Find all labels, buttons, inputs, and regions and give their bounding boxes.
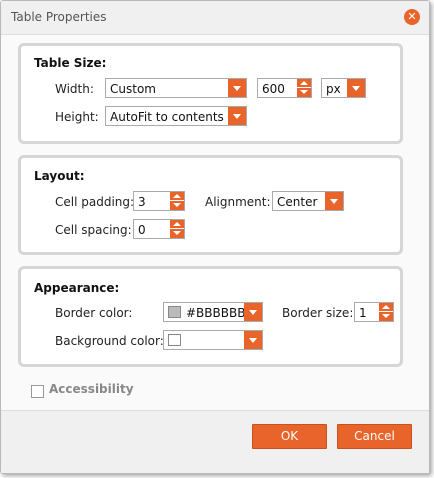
alignment-select[interactable]: Center bbox=[272, 191, 344, 211]
close-icon[interactable]: ✕ bbox=[404, 9, 420, 25]
width-mode-select[interactable]: Custom bbox=[105, 78, 247, 98]
width-unit-select[interactable]: px bbox=[321, 78, 366, 98]
table-size-title: Table Size: bbox=[34, 56, 107, 70]
layout-section: Layout: Cell padding: 3 Alignment: Cente… bbox=[18, 155, 403, 255]
spin-down-icon[interactable] bbox=[379, 312, 393, 321]
background-color-swatch bbox=[168, 334, 181, 346]
border-size-label: Border size: bbox=[282, 306, 354, 320]
chevron-down-icon[interactable] bbox=[244, 331, 262, 349]
accessibility-label[interactable]: Accessibility bbox=[49, 382, 134, 396]
spin-down-icon[interactable] bbox=[170, 201, 184, 210]
appearance-title: Appearance: bbox=[34, 281, 120, 295]
cell-padding-value: 3 bbox=[138, 195, 146, 209]
width-unit-value: px bbox=[326, 82, 341, 96]
cell-spacing-value: 0 bbox=[138, 223, 146, 237]
accessibility-checkbox[interactable] bbox=[31, 385, 44, 398]
dialog-title: Table Properties bbox=[11, 10, 107, 24]
width-value: 600 bbox=[262, 82, 285, 96]
height-mode-select[interactable]: AutoFit to contents bbox=[105, 106, 247, 126]
table-properties-dialog: Table Properties ✕ Table Size: Width: Cu… bbox=[0, 0, 430, 474]
chevron-down-icon[interactable] bbox=[325, 192, 343, 210]
chevron-down-icon[interactable] bbox=[244, 303, 262, 321]
border-size-value: 1 bbox=[359, 306, 367, 320]
background-color-label: Background color: bbox=[55, 334, 164, 348]
dialog-footer: OK Cancel bbox=[1, 410, 429, 473]
border-size-stepper[interactable]: 1 bbox=[354, 302, 394, 322]
cell-padding-stepper[interactable]: 3 bbox=[133, 191, 185, 211]
cell-padding-label: Cell padding: bbox=[55, 195, 135, 209]
spin-down-icon[interactable] bbox=[297, 88, 311, 97]
alignment-value: Center bbox=[277, 195, 318, 209]
border-color-swatch bbox=[168, 306, 181, 318]
spin-down-icon[interactable] bbox=[170, 229, 184, 238]
border-color-label: Border color: bbox=[55, 306, 133, 320]
spin-up-icon[interactable] bbox=[170, 220, 184, 229]
spin-up-icon[interactable] bbox=[297, 79, 311, 88]
height-mode-value: AutoFit to contents bbox=[110, 110, 224, 124]
background-color-picker[interactable] bbox=[163, 330, 263, 350]
alignment-label: Alignment: bbox=[205, 195, 271, 209]
height-label: Height: bbox=[55, 110, 99, 124]
dialog-titlebar: Table Properties ✕ bbox=[1, 1, 429, 35]
cell-spacing-label: Cell spacing: bbox=[55, 223, 132, 237]
layout-title: Layout: bbox=[34, 169, 85, 183]
spin-up-icon[interactable] bbox=[170, 192, 184, 201]
width-label: Width: bbox=[55, 82, 94, 96]
chevron-down-icon[interactable] bbox=[228, 107, 246, 125]
width-value-stepper[interactable]: 600 bbox=[257, 78, 312, 98]
cancel-button[interactable]: Cancel bbox=[337, 424, 412, 449]
width-mode-value: Custom bbox=[110, 82, 156, 96]
border-color-value: #BBBBBB bbox=[186, 306, 246, 320]
appearance-section: Appearance: Border color: #BBBBBB Border… bbox=[18, 266, 403, 367]
cell-spacing-stepper[interactable]: 0 bbox=[133, 219, 185, 239]
border-color-picker[interactable]: #BBBBBB bbox=[163, 302, 263, 322]
ok-button[interactable]: OK bbox=[252, 424, 327, 449]
chevron-down-icon[interactable] bbox=[347, 79, 365, 97]
spin-up-icon[interactable] bbox=[379, 303, 393, 312]
table-size-section: Table Size: Width: Custom 600 px Height:… bbox=[18, 43, 403, 144]
chevron-down-icon[interactable] bbox=[228, 79, 246, 97]
